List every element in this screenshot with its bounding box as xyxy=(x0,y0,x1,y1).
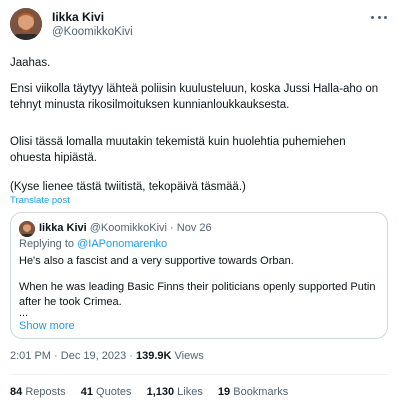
timestamp-separator: · xyxy=(54,350,58,362)
quoted-text-line: ... xyxy=(19,307,29,319)
quotes-stat[interactable]: 41 Quotes xyxy=(81,386,132,398)
divider xyxy=(10,374,389,375)
timestamp-separator: · xyxy=(129,350,133,362)
quoted-date: Nov 26 xyxy=(176,222,212,234)
views-count: 139.9K xyxy=(136,350,172,362)
quoted-author-name: Iikka Kivi xyxy=(39,222,87,234)
quotes-label: Quotes xyxy=(96,386,132,398)
tweet-timestamp: 2:01 PM · Dec 19, 2023 · 139.9K Views xyxy=(10,350,204,362)
avatar-image xyxy=(10,8,42,40)
bookmarks-label: Bookmarks xyxy=(233,386,289,398)
likes-count: 1,130 xyxy=(146,386,175,398)
replying-to-handle[interactable]: @IAPonomarenko xyxy=(77,238,167,250)
tweet-paragraph: (Kyse lienee tästä twiitistä, tekopäivä … xyxy=(10,181,246,193)
quoted-text-line: He's also a fascist and a very supportiv… xyxy=(19,255,294,267)
bookmarks-count: 19 xyxy=(217,386,231,398)
author-name[interactable]: Iikka Kivi xyxy=(52,10,133,25)
replying-to: Replying to @IAPonomarenko xyxy=(19,238,167,250)
tweet-paragraph: Ensi viikolla täytyy lähteä poliisin kuu… xyxy=(10,83,379,111)
likes-stat[interactable]: 1,130 Likes xyxy=(147,386,203,398)
tweet-paragraph: Jaahas. xyxy=(10,57,51,69)
quoted-separator: · xyxy=(170,222,174,234)
likes-label: Likes xyxy=(177,386,203,398)
tweet-paragraph: Olisi tässä lomalla muutakin tekemistä k… xyxy=(10,136,346,164)
engagement-stats: 84 Reposts 41 Quotes 1,130 Likes 19 Book… xyxy=(10,386,300,398)
reposts-count: 84 xyxy=(10,386,23,398)
author-block: Iikka Kivi @KoomikkoKivi xyxy=(52,10,133,40)
replying-prefix: Replying to xyxy=(19,238,78,250)
quoted-avatar xyxy=(19,221,35,237)
translate-post-link[interactable]: Translate post xyxy=(10,195,70,206)
quoted-author-handle: @KoomikkoKivi xyxy=(89,222,167,234)
quoted-tweet[interactable]: Iikka Kivi @KoomikkoKivi · Nov 26 Replyi… xyxy=(10,212,388,339)
reposts-stat[interactable]: 84 Reposts xyxy=(10,386,66,398)
author-handle[interactable]: @KoomikkoKivi xyxy=(52,25,133,40)
quoted-meta: Iikka Kivi @KoomikkoKivi · Nov 26 xyxy=(39,222,212,234)
tweet-header: Iikka Kivi @KoomikkoKivi xyxy=(10,8,389,44)
tweet-time[interactable]: 2:01 PM xyxy=(10,350,51,362)
more-options-icon[interactable] xyxy=(371,12,387,22)
show-more-link[interactable]: Show more xyxy=(19,320,75,332)
quotes-count: 41 xyxy=(80,386,93,398)
quoted-avatar-image xyxy=(19,221,35,237)
tweet-date[interactable]: Dec 19, 2023 xyxy=(61,350,126,362)
views-label: Views xyxy=(174,350,204,362)
reposts-label: Reposts xyxy=(25,386,66,398)
avatar[interactable] xyxy=(10,8,42,40)
bookmarks-stat[interactable]: 19 Bookmarks xyxy=(218,386,288,398)
